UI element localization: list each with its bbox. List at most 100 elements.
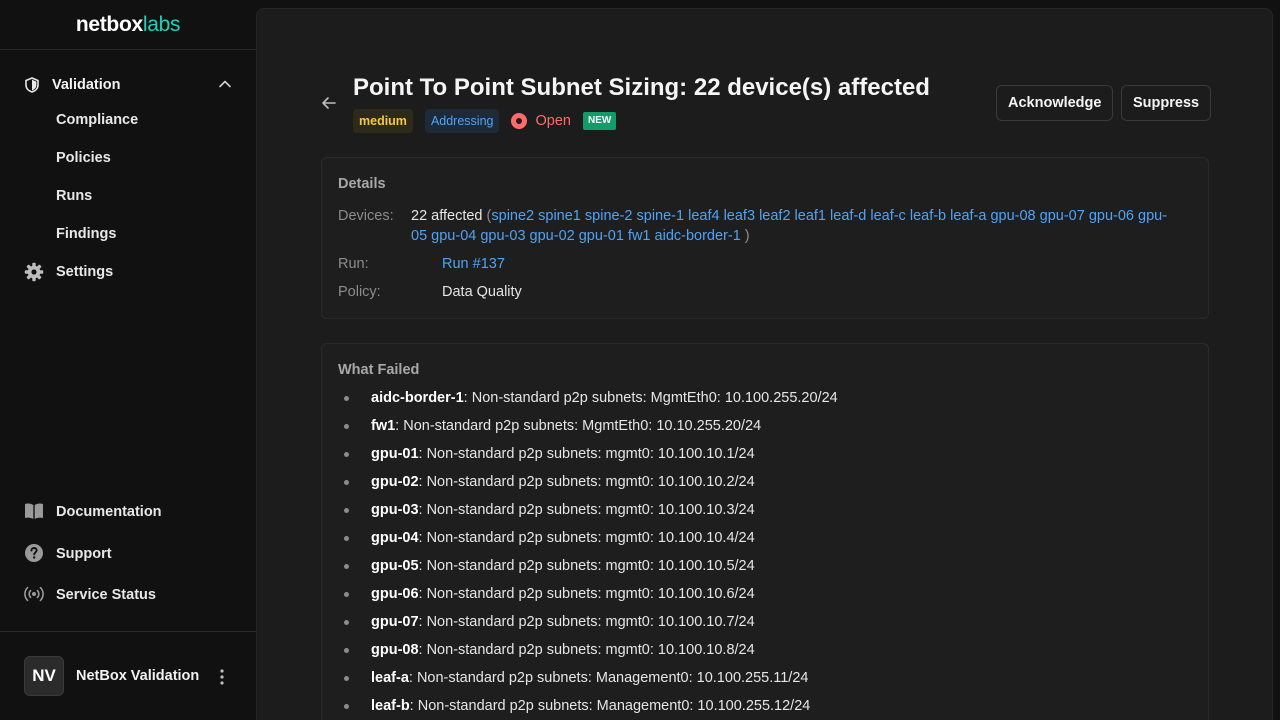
failure-text: : Non-standard p2p subnets: Management0:… bbox=[409, 698, 811, 714]
device-link[interactable]: spine-1 bbox=[637, 208, 685, 224]
list-item: gpu-04: Non-standard p2p subnets: mgmt0:… bbox=[344, 528, 838, 556]
broadcast-icon bbox=[24, 586, 44, 602]
list-item: fw1: Non-standard p2p subnets: MgmtEth0:… bbox=[344, 416, 838, 444]
failure-device: leaf-b bbox=[371, 698, 410, 714]
device-link[interactable]: gpu-02 bbox=[530, 228, 575, 244]
failure-device: gpu-04 bbox=[371, 530, 419, 546]
status-dot-icon bbox=[511, 113, 528, 129]
list-item: gpu-07: Non-standard p2p subnets: mgmt0:… bbox=[344, 612, 838, 640]
category-badge: Addressing bbox=[424, 109, 500, 133]
failure-device: gpu-08 bbox=[371, 642, 419, 658]
finding-badges: medium Addressing Open NEW bbox=[353, 109, 617, 133]
nav-validation[interactable]: Validation bbox=[24, 74, 234, 96]
sidebar: netbox labs Validation Compliance Policie… bbox=[0, 0, 256, 720]
nav-settings-label: Settings bbox=[56, 264, 114, 280]
list-item: leaf-b: Non-standard p2p subnets: Manage… bbox=[344, 696, 838, 720]
policy-label: Policy: bbox=[338, 284, 381, 300]
brand-word-labs: labs bbox=[142, 12, 181, 36]
nav-runs[interactable]: Runs bbox=[56, 188, 92, 204]
device-link[interactable]: leaf-a bbox=[950, 208, 986, 224]
nav-support[interactable]: Support bbox=[24, 543, 112, 563]
failure-text: : Non-standard p2p subnets: mgmt0: 10.10… bbox=[418, 614, 755, 630]
status-label: Open bbox=[535, 113, 571, 129]
device-link[interactable]: leaf-b bbox=[910, 208, 946, 224]
list-item: gpu-01: Non-standard p2p subnets: mgmt0:… bbox=[344, 444, 838, 472]
devices-count: 22 affected bbox=[411, 208, 483, 224]
nav-compliance[interactable]: Compliance bbox=[56, 112, 138, 128]
failure-text: : Non-standard p2p subnets: Management0:… bbox=[408, 670, 809, 686]
new-badge: NEW bbox=[582, 112, 617, 130]
list-item: gpu-03: Non-standard p2p subnets: mgmt0:… bbox=[344, 500, 838, 528]
bullet-icon bbox=[344, 452, 349, 457]
bullet-icon bbox=[344, 648, 349, 653]
device-link[interactable]: gpu-03 bbox=[480, 228, 525, 244]
device-link[interactable]: spine-2 bbox=[585, 208, 633, 224]
bullet-icon bbox=[344, 676, 349, 681]
device-link[interactable]: leaf3 bbox=[724, 208, 755, 224]
chevron-up-icon[interactable] bbox=[218, 77, 232, 91]
device-link[interactable]: leaf2 bbox=[759, 208, 790, 224]
arrow-left-icon[interactable] bbox=[319, 93, 339, 113]
device-link[interactable]: leaf1 bbox=[795, 208, 826, 224]
bullet-icon bbox=[344, 536, 349, 541]
devices-label: Devices: bbox=[338, 208, 394, 224]
details-card: Details Devices: 22 affected (spine2 spi… bbox=[321, 157, 1209, 319]
gear-icon bbox=[24, 262, 44, 282]
device-link[interactable]: gpu-01 bbox=[579, 228, 624, 244]
status-indicator: Open bbox=[511, 113, 571, 129]
bullet-icon bbox=[344, 480, 349, 485]
kebab-icon[interactable] bbox=[214, 668, 230, 686]
list-item: aidc-border-1: Non-standard p2p subnets:… bbox=[344, 388, 838, 416]
device-link[interactable]: aidc-border-1 bbox=[655, 228, 741, 244]
failure-device: gpu-06 bbox=[371, 586, 419, 602]
nav-documentation-label: Documentation bbox=[56, 504, 162, 520]
bullet-icon bbox=[344, 564, 349, 569]
nav-documentation[interactable]: Documentation bbox=[24, 502, 162, 520]
failure-device: aidc-border-1 bbox=[371, 390, 464, 406]
failure-text: : Non-standard p2p subnets: mgmt0: 10.10… bbox=[418, 586, 755, 602]
failure-text: : Non-standard p2p subnets: MgmtEth0: 10… bbox=[463, 390, 838, 406]
nav-validation-label: Validation bbox=[52, 77, 121, 93]
device-link[interactable]: spine1 bbox=[538, 208, 581, 224]
device-link[interactable]: gpu-06 bbox=[1089, 208, 1134, 224]
avatar[interactable]: NV bbox=[24, 656, 64, 696]
nav-findings[interactable]: Findings bbox=[56, 226, 116, 242]
list-item: gpu-05: Non-standard p2p subnets: mgmt0:… bbox=[344, 556, 838, 584]
shield-icon bbox=[25, 77, 39, 93]
bullet-icon bbox=[344, 508, 349, 513]
failure-device: gpu-02 bbox=[371, 474, 419, 490]
nav-support-label: Support bbox=[56, 546, 112, 562]
failure-device: gpu-07 bbox=[371, 614, 419, 630]
device-link[interactable]: fw1 bbox=[628, 228, 651, 244]
question-icon bbox=[25, 544, 43, 562]
device-link[interactable]: gpu-08 bbox=[990, 208, 1035, 224]
failure-text: : Non-standard p2p subnets: mgmt0: 10.10… bbox=[418, 502, 755, 518]
book-icon bbox=[25, 503, 43, 519]
nav-settings[interactable]: Settings bbox=[24, 262, 113, 282]
failure-text: : Non-standard p2p subnets: MgmtEth0: 10… bbox=[395, 418, 762, 434]
policy-value: Data Quality bbox=[442, 284, 522, 300]
details-title: Details bbox=[338, 176, 386, 192]
brand-logo[interactable]: netbox labs bbox=[0, 0, 256, 50]
failure-device: fw1 bbox=[371, 418, 396, 434]
nav-service-status[interactable]: Service Status bbox=[24, 584, 156, 604]
failure-device: leaf-a bbox=[371, 670, 409, 686]
what-failed-card: What Failed aidc-border-1: Non-standard … bbox=[321, 343, 1209, 720]
failure-text: : Non-standard p2p subnets: mgmt0: 10.10… bbox=[418, 446, 755, 462]
nav-policies[interactable]: Policies bbox=[56, 150, 111, 166]
device-link[interactable]: leaf4 bbox=[688, 208, 719, 224]
suppress-button[interactable]: Suppress bbox=[1121, 85, 1212, 121]
acknowledge-button[interactable]: Acknowledge bbox=[996, 85, 1114, 121]
failure-text: : Non-standard p2p subnets: mgmt0: 10.10… bbox=[418, 474, 755, 490]
failure-device: gpu-05 bbox=[371, 558, 419, 574]
device-link[interactable]: leaf-d bbox=[830, 208, 866, 224]
device-link[interactable]: spine2 bbox=[491, 208, 534, 224]
device-link[interactable]: leaf-c bbox=[870, 208, 905, 224]
list-item: gpu-02: Non-standard p2p subnets: mgmt0:… bbox=[344, 472, 838, 500]
bullet-icon bbox=[344, 424, 349, 429]
run-link[interactable]: Run #137 bbox=[442, 256, 505, 272]
device-link[interactable]: gpu-07 bbox=[1040, 208, 1085, 224]
device-link[interactable]: gpu-04 bbox=[431, 228, 476, 244]
user-name: NetBox Validation bbox=[76, 668, 200, 684]
bullet-icon bbox=[344, 704, 349, 709]
